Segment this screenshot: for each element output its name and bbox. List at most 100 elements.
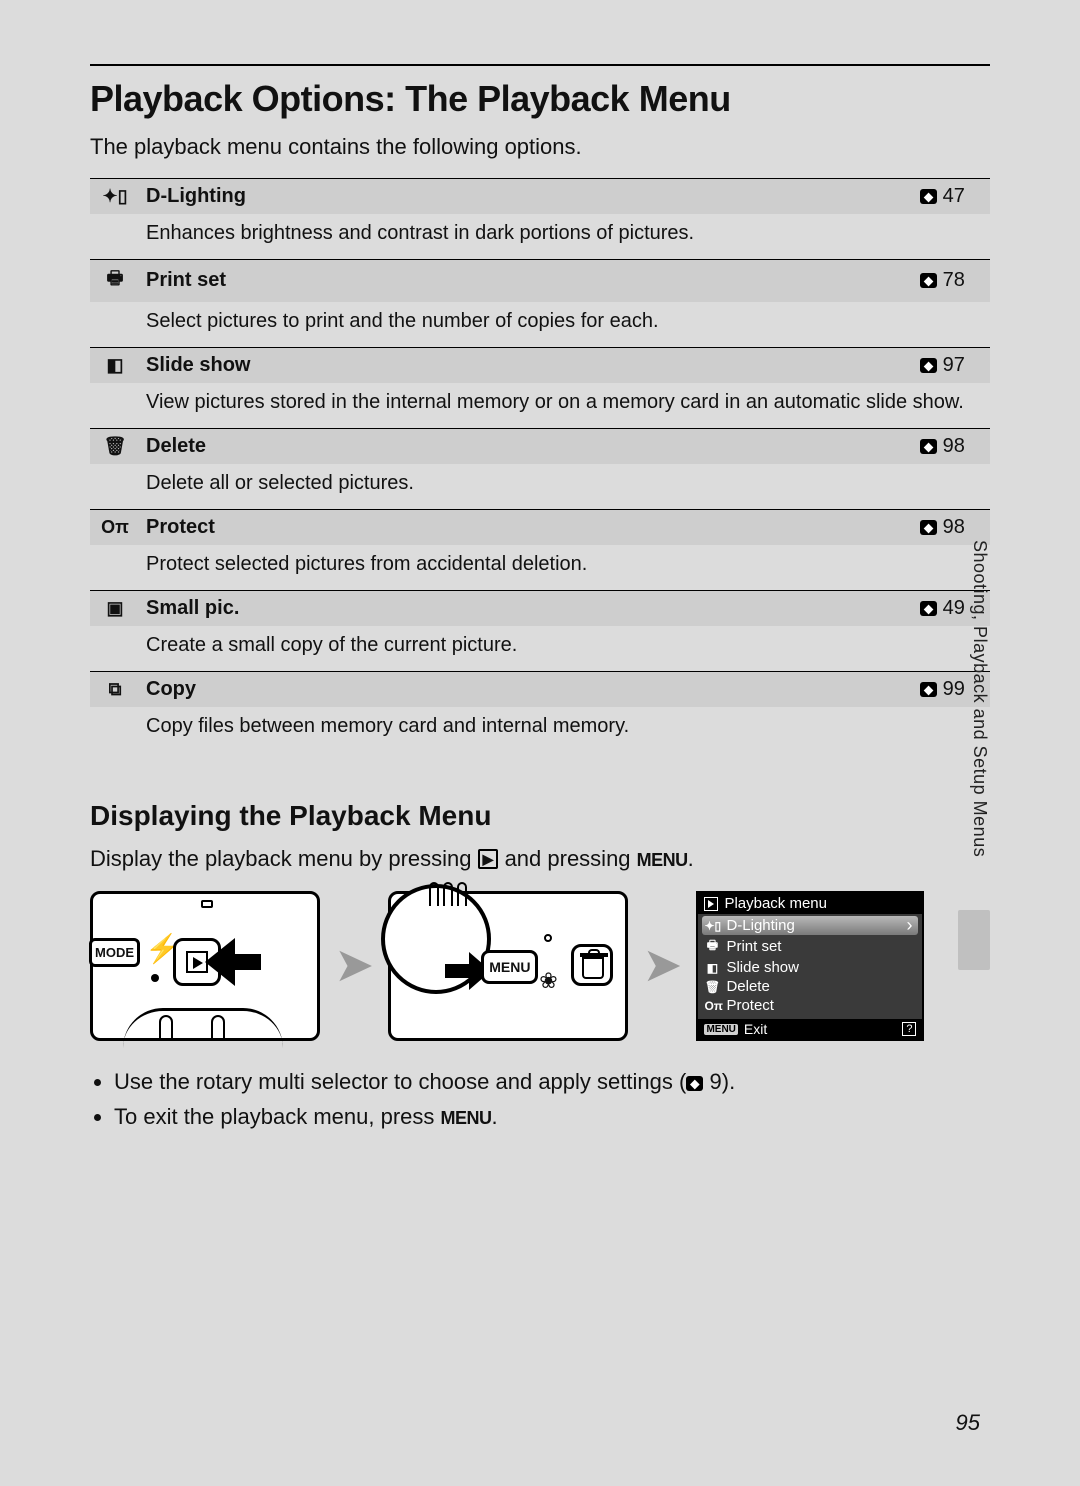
note-text: Use the rotary multi selector to choose … xyxy=(114,1069,686,1094)
option-description: Enhances brightness and contrast in dark… xyxy=(136,214,990,260)
intro-text: The playback menu contains the following… xyxy=(90,132,990,162)
manual-page: Playback Options: The Playback Menu The … xyxy=(0,0,1080,1486)
note-text: ). xyxy=(722,1069,735,1094)
menu-button-label: MENU xyxy=(441,1105,492,1132)
screen-menu-item: ✦▯ D-Lighting xyxy=(702,916,918,935)
menu-item-label: Delete xyxy=(726,978,769,995)
option-icon: ◧ xyxy=(90,347,136,383)
macro-icon: ❀ xyxy=(539,968,557,994)
side-tab-label: Shooting, Playback and Setup Menus xyxy=(958,540,990,857)
indicator-dot-icon xyxy=(151,974,159,982)
option-description: Protect selected pictures from accidenta… xyxy=(136,545,990,591)
option-page-ref: ⬥ 97 xyxy=(910,347,990,383)
menu-item-label: Print set xyxy=(726,938,781,955)
option-title: Slide show xyxy=(136,347,910,383)
option-description: Copy files between memory card and inter… xyxy=(136,707,990,752)
option-header-row: OπProtect⬥ 98 xyxy=(90,509,990,545)
note-text: To exit the playback menu, press xyxy=(114,1104,441,1129)
option-header-row: ✦▯D-Lighting⬥ 47 xyxy=(90,178,990,214)
viewfinder-icon xyxy=(201,900,213,908)
menu-item-icon: Oπ xyxy=(704,999,720,1013)
option-description: Select pictures to print and the number … xyxy=(136,302,990,348)
page-ref-number: 9 xyxy=(710,1069,722,1094)
side-tab-marker xyxy=(958,910,990,970)
top-rule xyxy=(90,64,990,66)
option-desc-row: Enhances brightness and contrast in dark… xyxy=(90,214,990,260)
screen-menu-item: ◧ Slide show xyxy=(702,958,918,977)
option-title: Copy xyxy=(136,671,910,707)
instr-post: . xyxy=(688,846,694,871)
option-desc-row: Create a small copy of the current pictu… xyxy=(90,626,990,672)
option-header-row: ▣Small pic.⬥ 49 xyxy=(90,590,990,626)
option-description: View pictures stored in the internal mem… xyxy=(136,383,990,429)
option-icon: 🗑 xyxy=(90,428,136,464)
option-title: Protect xyxy=(136,509,910,545)
option-icon: ⧉ xyxy=(90,671,136,707)
exit-label: Exit xyxy=(744,1021,767,1037)
indicator-dot-icon xyxy=(544,934,552,942)
note-text: . xyxy=(492,1104,498,1129)
option-header-row: ⧉Copy⬥ 99 xyxy=(90,671,990,707)
option-page-ref: ⬥ 47 xyxy=(910,178,990,214)
camera-back-diagram-2: MENU ❀ xyxy=(388,891,628,1041)
page-title: Playback Options: The Playback Menu xyxy=(90,78,990,120)
mode-button-icon: MODE xyxy=(89,938,140,967)
option-title: Print set xyxy=(136,259,910,302)
option-icon: ✦▯ xyxy=(90,178,136,214)
menu-item-icon: 🗑 xyxy=(704,980,720,994)
option-title: D-Lighting xyxy=(136,178,910,214)
option-header-row: 🖶Print set⬥ 78 xyxy=(90,259,990,302)
notes-list: Use the rotary multi selector to choose … xyxy=(90,1065,990,1133)
options-table: ✦▯D-Lighting⬥ 47Enhances brightness and … xyxy=(90,178,990,752)
option-header-row: ◧Slide show⬥ 97 xyxy=(90,347,990,383)
diagram-row: MODE ⚡ ➤ MENU ❀ ➤ Playback menu xyxy=(90,891,990,1041)
option-icon: 🖶 xyxy=(90,259,136,302)
menu-item-icon: ◧ xyxy=(704,961,720,975)
sequence-arrow-icon: ➤ xyxy=(642,942,682,990)
help-icon: ? xyxy=(902,1022,916,1036)
page-ref-icon: ⬥ xyxy=(686,1076,703,1091)
option-desc-row: Copy files between memory card and inter… xyxy=(90,707,990,752)
delete-button-icon xyxy=(571,944,613,986)
playback-menu-screenshot: Playback menu ✦▯ D-Lighting 🖶 Print set ◧ Sli… xyxy=(696,891,924,1041)
option-desc-row: Select pictures to print and the number … xyxy=(90,302,990,348)
play-button-icon: ▶ xyxy=(478,849,499,869)
screen-title-bar: Playback menu xyxy=(698,893,922,914)
menu-item-label: Protect xyxy=(726,997,774,1014)
page-ref-icon: ⬥ xyxy=(920,682,937,697)
screen-menu-item: 🖶 Print set xyxy=(702,935,918,958)
instr-pre: Display the playback menu by pressing xyxy=(90,846,478,871)
option-icon: ▣ xyxy=(90,590,136,626)
page-ref-icon: ⬥ xyxy=(920,189,937,204)
playback-icon xyxy=(704,897,718,911)
sequence-arrow-icon: ➤ xyxy=(334,942,374,990)
option-desc-row: Protect selected pictures from accidenta… xyxy=(90,545,990,591)
menu-item-icon: ✦▯ xyxy=(704,919,720,933)
page-ref-icon: ⬥ xyxy=(920,358,937,373)
option-page-ref: ⬥ 78 xyxy=(910,259,990,302)
instr-mid: and pressing xyxy=(505,846,637,871)
page-ref-icon: ⬥ xyxy=(920,273,937,288)
screen-title: Playback menu xyxy=(724,895,827,912)
option-description: Create a small copy of the current pictu… xyxy=(136,626,990,672)
screen-menu-item: 🗑 Delete xyxy=(702,977,918,996)
multi-selector-icon xyxy=(123,1008,283,1048)
screen-menu-item: Oπ Protect xyxy=(702,996,918,1015)
menu-label-icon: MENU xyxy=(704,1024,737,1035)
menu-item-icon: 🖶 xyxy=(704,936,720,957)
option-desc-row: View pictures stored in the internal mem… xyxy=(90,383,990,429)
option-desc-row: Delete all or selected pictures. xyxy=(90,464,990,510)
option-icon: Oπ xyxy=(90,509,136,545)
page-ref-icon: ⬥ xyxy=(920,520,937,535)
menu-item-label: Slide show xyxy=(726,959,799,976)
screen-menu-list: ✦▯ D-Lighting 🖶 Print set ◧ Slide show 🗑 Delete… xyxy=(698,914,922,1019)
option-title: Delete xyxy=(136,428,910,464)
page-number: 95 xyxy=(956,1410,980,1436)
list-item: To exit the playback menu, press MENU. xyxy=(114,1100,990,1133)
menu-item-label: D-Lighting xyxy=(726,917,794,934)
option-title: Small pic. xyxy=(136,590,910,626)
press-arrow-icon xyxy=(221,940,291,984)
menu-button-icon: MENU xyxy=(481,950,538,984)
section-heading: Displaying the Playback Menu xyxy=(90,800,990,832)
page-ref-icon: ⬥ xyxy=(920,601,937,616)
